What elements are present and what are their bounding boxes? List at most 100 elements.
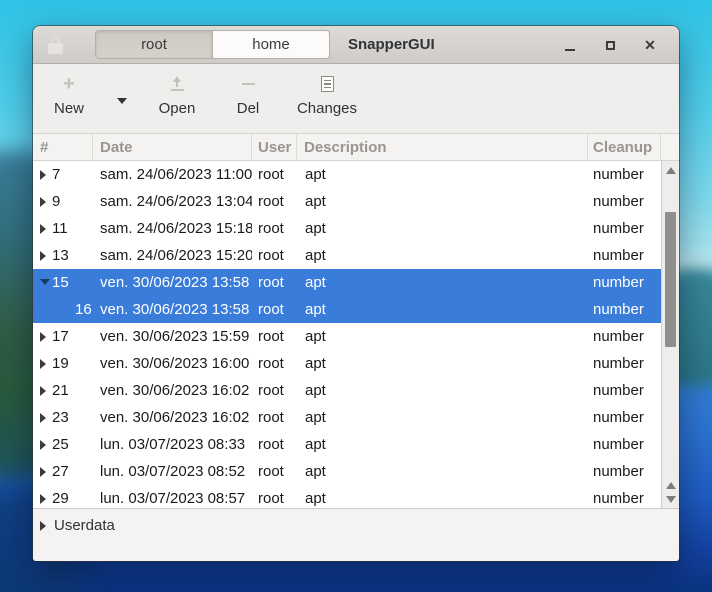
table-row[interactable]: 25 lun. 03/07/2023 08:33 root apt number [33,431,661,458]
snapshot-description: apt [297,485,588,508]
column-header-user[interactable]: User [252,134,297,160]
table-row[interactable]: 21 ven. 30/06/2023 16:02 root apt number [33,377,661,404]
snapshot-description: apt [297,377,588,404]
table-row[interactable]: 23 ven. 30/06/2023 16:02 root apt number [33,404,661,431]
snapshot-description: apt [297,215,588,242]
snapshot-description: apt [297,404,588,431]
column-header-filler [661,134,679,160]
expander-collapsed-icon[interactable] [40,359,46,369]
snapshot-number: 7 [52,166,60,183]
snapshot-cleanup: number [588,269,661,296]
table-row[interactable]: 7 sam. 24/06/2023 11:00 root apt number [33,161,661,188]
snapshot-cleanup: number [588,296,661,323]
column-header-date[interactable]: Date [93,134,252,160]
snapshot-date: ven. 30/06/2023 16:02 [93,377,252,404]
config-tab-group: root home [95,30,330,59]
expander-collapsed-icon[interactable] [40,494,46,504]
expander-collapsed-icon[interactable] [40,251,46,261]
userdata-label: Userdata [54,517,115,535]
snapshot-user: root [252,188,297,215]
new-button-label: New [54,101,84,116]
expander-expanded-icon[interactable] [40,279,50,285]
table-row[interactable]: 27 lun. 03/07/2023 08:52 root apt number [33,458,661,485]
snapshot-date: lun. 03/07/2023 08:52 [93,458,252,485]
expander-collapsed-icon[interactable] [40,197,46,207]
expander-collapsed-icon[interactable] [40,413,46,423]
snapshot-user: root [252,269,297,296]
close-icon: ✕ [644,38,656,52]
expander-collapsed-icon[interactable] [40,332,46,342]
table-row[interactable]: 17 ven. 30/06/2023 15:59 root apt number [33,323,661,350]
snapshot-description: apt [297,188,588,215]
changes-button[interactable]: Changes [287,74,367,116]
minimize-button[interactable] [558,33,582,57]
close-button[interactable]: ✕ [638,33,662,57]
scrollbar-thumb[interactable] [665,212,676,347]
tab-root[interactable]: root [96,31,213,58]
snapshot-date: ven. 30/06/2023 15:59 [93,323,252,350]
table-row[interactable]: 13 sam. 24/06/2023 15:20 root apt number [33,242,661,269]
open-arrow-icon [170,76,185,92]
snapshot-date: ven. 30/06/2023 16:02 [93,404,252,431]
minimize-icon [565,49,575,51]
snapshot-date: ven. 30/06/2023 13:58 [93,296,252,323]
snapshot-user: root [252,458,297,485]
snapshot-user: root [252,431,297,458]
snapshot-description: apt [297,458,588,485]
vertical-scrollbar[interactable] [661,161,679,508]
table-row[interactable]: 16 ven. 30/06/2023 13:58 root apt number [33,296,661,323]
table-row[interactable]: 19 ven. 30/06/2023 16:00 root apt number [33,350,661,377]
scroll-down-icon[interactable] [666,496,676,503]
snapshot-description: apt [297,242,588,269]
snapshot-description: apt [297,161,588,188]
snapshot-number: 17 [52,328,69,345]
expander-collapsed-icon[interactable] [40,224,46,234]
column-header-number[interactable]: # [33,134,93,160]
table-row[interactable]: 15 ven. 30/06/2023 13:58 root apt number [33,269,661,296]
new-button[interactable]: + New [41,74,97,116]
snapshot-date: sam. 24/06/2023 15:20 [93,242,252,269]
open-button[interactable]: Open [145,74,209,116]
snapshot-cleanup: number [588,242,661,269]
snapshot-number: 9 [52,193,60,210]
table-header: # Date User Description Cleanup [33,134,679,161]
snapshot-cleanup: number [588,377,661,404]
expander-collapsed-icon[interactable] [40,467,46,477]
snapshot-user: root [252,215,297,242]
snapshot-cleanup: number [588,404,661,431]
snapshot-cleanup: number [588,188,661,215]
column-header-description[interactable]: Description [297,134,588,160]
tab-home[interactable]: home [213,31,329,58]
scroll-up-secondary-icon[interactable] [666,482,676,489]
expander-collapsed-icon[interactable] [40,386,46,396]
snapshot-user: root [252,296,297,323]
del-button[interactable]: Del [223,74,273,116]
snapshot-user: root [252,161,297,188]
maximize-button[interactable] [598,33,622,57]
changes-button-label: Changes [297,101,357,116]
snapshot-user: root [252,242,297,269]
snapshot-date: sam. 24/06/2023 15:18 [93,215,252,242]
snapshot-cleanup: number [588,458,661,485]
snapshot-cleanup: number [588,350,661,377]
scroll-up-icon[interactable] [666,167,676,174]
titlebar[interactable]: root home SnapperGUI ✕ [33,26,679,64]
expander-collapsed-icon[interactable] [40,440,46,450]
column-header-cleanup[interactable]: Cleanup [588,134,661,160]
snapshot-description: apt [297,350,588,377]
expander-collapsed-icon[interactable] [40,170,46,180]
snapshot-number: 11 [52,220,68,237]
table-row[interactable]: 9 sam. 24/06/2023 13:04 root apt number [33,188,661,215]
snapshot-cleanup: number [588,161,661,188]
snappergui-window: root home SnapperGUI ✕ + New Ope [33,26,679,561]
table-row[interactable]: 29 lun. 03/07/2023 08:57 root apt number [33,485,661,508]
snapshot-user: root [252,350,297,377]
snapshot-user: root [252,377,297,404]
snapshot-number: 27 [52,463,69,480]
snapshot-date: lun. 03/07/2023 08:33 [93,431,252,458]
minus-icon [242,83,255,85]
new-dropdown-button[interactable] [109,98,135,104]
userdata-expander[interactable]: Userdata [33,508,679,561]
snapshot-number: 15 [52,274,69,291]
table-row[interactable]: 11 sam. 24/06/2023 15:18 root apt number [33,215,661,242]
